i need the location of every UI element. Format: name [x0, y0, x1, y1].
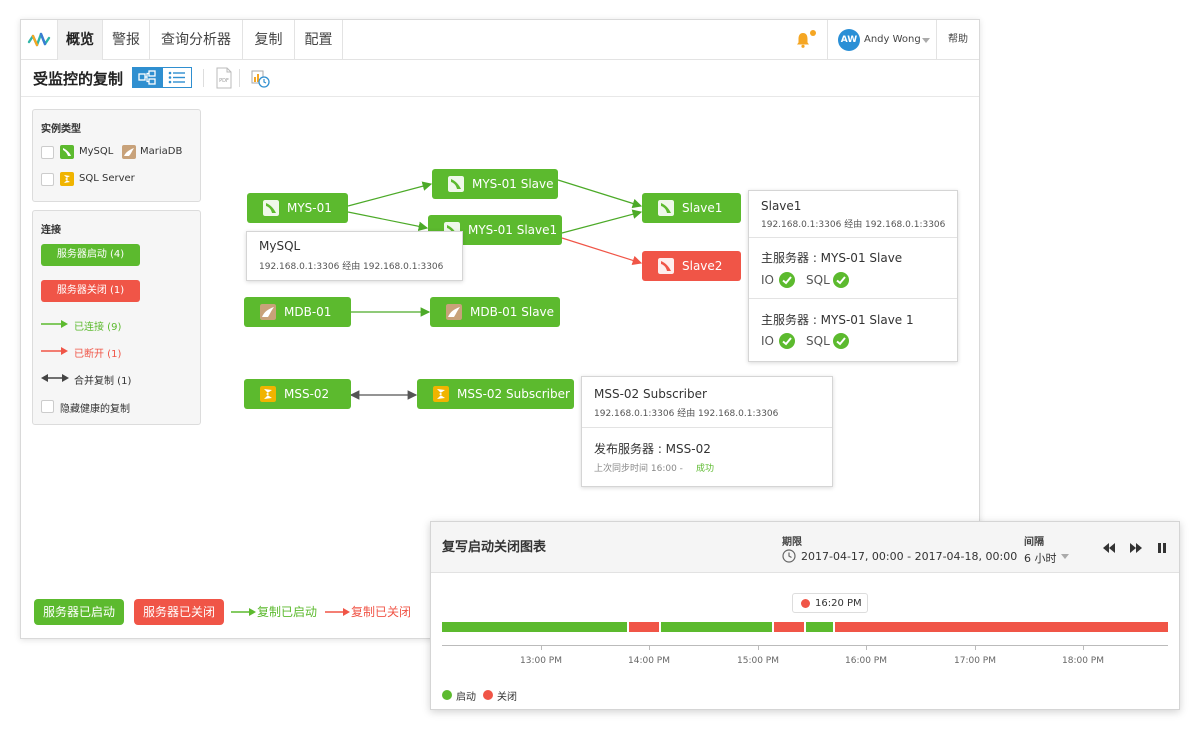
io-label: IO	[761, 273, 774, 287]
node-slave2[interactable]: Slave2	[642, 251, 741, 281]
node-label: MSS-02	[284, 387, 330, 401]
node-label: Slave2	[682, 259, 723, 273]
axis-tick	[649, 645, 650, 650]
time-marker-tooltip: 16:20 PM	[792, 593, 868, 613]
axis-tick	[541, 645, 542, 650]
slave1-info-card: Slave1 192.168.0.1:3306 经由 192.168.0.1:3…	[748, 190, 958, 362]
axis-tick-label: 16:00 PM	[845, 656, 887, 666]
node-mys-01-slave[interactable]: MYS-01 Slave	[432, 169, 558, 199]
check-icon	[833, 272, 849, 288]
timeline-segment-down[interactable]	[774, 622, 804, 632]
axis-tick-label: 18:00 PM	[1062, 656, 1104, 666]
marker-time: 16:20 PM	[815, 598, 862, 609]
axis-tick-label: 17:00 PM	[954, 656, 996, 666]
legend-down-dot	[483, 690, 493, 700]
last-sync-time: 上次同步时间 16:00 -	[594, 464, 683, 474]
subscriber-info-card: MSS-02 Subscriber 192.168.0.1:3306 经由 19…	[581, 376, 833, 487]
repl-up-arrow-icon	[231, 608, 256, 616]
card-address: 192.168.0.1:3306 经由 192.168.0.1:3306	[594, 409, 779, 419]
interval-label: 间隔	[1024, 537, 1044, 548]
link-mys01-to-mys01-slave1[interactable]	[347, 211, 429, 232]
check-icon	[779, 272, 795, 288]
period-selector[interactable]: 2017-04-17, 00:00 - 2017-04-18, 00:00	[801, 550, 1017, 563]
node-mss-02[interactable]: MSS-02	[244, 379, 351, 409]
sql-server-icon	[260, 386, 276, 402]
card-divider	[749, 237, 957, 238]
node-label: MDB-01 Slave	[470, 305, 555, 319]
axis-tick	[866, 645, 867, 650]
marker-status-dot	[801, 599, 810, 608]
mariadb-icon	[446, 304, 462, 320]
timeline-title: 复写启动关闭图表	[442, 540, 547, 555]
mysql-icon	[658, 200, 674, 216]
clock-icon	[782, 549, 796, 563]
chevron-down-icon[interactable]	[1061, 554, 1069, 559]
card-title: Slave1	[761, 199, 802, 213]
sql-label: SQL	[806, 273, 830, 287]
card-address: 192.168.0.1:3306 经由 192.168.0.1:3306	[761, 220, 946, 230]
card-title: MSS-02 Subscriber	[594, 387, 707, 401]
master-server-1: 主服务器 : MYS-01 Slave	[761, 251, 903, 265]
node-label: MYS-01	[287, 201, 332, 215]
timeline-segment-down[interactable]	[835, 622, 1168, 632]
rewind-icon[interactable]	[1102, 541, 1116, 555]
axis-tick	[758, 645, 759, 650]
card-address: 192.168.0.1:3306 经由 192.168.0.1:3306	[259, 262, 444, 272]
timeline-segment-up[interactable]	[806, 622, 833, 632]
legend-up-label: 启动	[456, 692, 476, 703]
mysql-icon	[263, 200, 279, 216]
node-label: Slave1	[682, 201, 723, 215]
timeline-axis	[442, 645, 1168, 646]
mysql-info-card: MySQL 192.168.0.1:3306 经由 192.168.0.1:33…	[246, 231, 463, 281]
axis-tick-label: 14:00 PM	[628, 656, 670, 666]
node-mdb-01[interactable]: MDB-01	[244, 297, 351, 327]
replication-timeline-window: 复写启动关闭图表 期限 2017-04-17, 00:00 - 2017-04-…	[430, 521, 1180, 710]
node-mdb-01-slave[interactable]: MDB-01 Slave	[430, 297, 560, 327]
master-server-2: 主服务器 : MYS-01 Slave 1	[761, 313, 914, 327]
link-mys01-slave1-to-slave1[interactable]	[561, 209, 643, 234]
timeline-header: 复写启动关闭图表 期限 2017-04-17, 00:00 - 2017-04-…	[431, 522, 1179, 573]
legend-server-down: 服务器已关闭	[134, 599, 224, 625]
timeline-segment-up[interactable]	[661, 622, 772, 632]
mysql-icon	[448, 176, 464, 192]
publisher-server: 发布服务器 : MSS-02	[594, 442, 711, 456]
check-icon	[833, 333, 849, 349]
axis-tick-label: 13:00 PM	[520, 656, 562, 666]
node-mys-01[interactable]: MYS-01	[247, 193, 348, 223]
node-label: MSS-02 Subscriber	[457, 387, 570, 401]
axis-tick-label: 15:00 PM	[737, 656, 779, 666]
legend-repl-down: 复制已关闭	[351, 605, 412, 619]
interval-selector[interactable]: 6 小时	[1024, 550, 1057, 566]
fast-forward-icon[interactable]	[1129, 541, 1143, 555]
node-label: MDB-01	[284, 305, 332, 319]
mysql-icon	[658, 258, 674, 274]
card-divider	[749, 298, 957, 299]
node-mss-02-subscriber[interactable]: MSS-02 Subscriber	[417, 379, 574, 409]
axis-tick	[1083, 645, 1084, 650]
check-icon	[779, 333, 795, 349]
sql-server-icon	[433, 386, 449, 402]
legend-down-label: 关闭	[497, 692, 517, 703]
card-title: MySQL	[259, 239, 301, 253]
timeline-segment-down[interactable]	[629, 622, 659, 632]
io-label: IO	[761, 334, 774, 348]
node-slave1[interactable]: Slave1	[642, 193, 741, 223]
period-label: 期限	[782, 537, 802, 548]
link-mys01-slave1-to-slave2[interactable]	[561, 237, 643, 266]
sql-label: SQL	[806, 334, 830, 348]
timeline-segment-up[interactable]	[442, 622, 627, 632]
sync-status: 成功	[696, 464, 715, 474]
legend-repl-up: 复制已启动	[257, 605, 318, 619]
axis-tick	[975, 645, 976, 650]
node-label: MYS-01 Slave	[472, 177, 554, 191]
repl-down-arrow-icon	[325, 608, 350, 616]
card-divider	[582, 427, 832, 428]
link-mys01-to-mys01-slave[interactable]	[347, 181, 433, 207]
mariadb-icon	[260, 304, 276, 320]
legend-up-dot	[442, 690, 452, 700]
legend-server-up: 服务器已启动	[34, 599, 124, 625]
pause-icon[interactable]	[1155, 541, 1169, 555]
node-label: MYS-01 Slave1	[468, 223, 558, 237]
link-mys01-slave-to-slave1[interactable]	[557, 179, 643, 209]
